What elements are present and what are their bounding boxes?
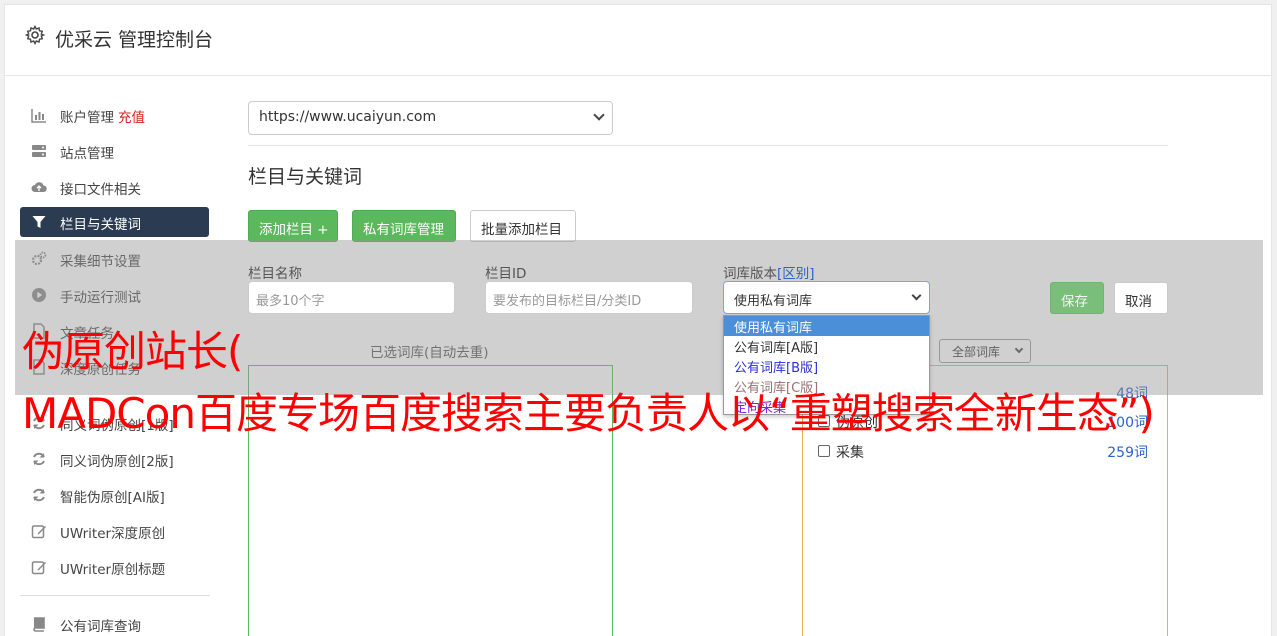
column-name-input[interactable]: 最多10个字 (248, 281, 455, 314)
site-select[interactable]: https://www.ucaiyun.com (248, 101, 613, 135)
cloud-upload-icon (31, 182, 47, 192)
book-icon (33, 617, 45, 632)
refresh-icon (33, 488, 45, 502)
edit-icon (31, 525, 46, 539)
chevron-down-icon (593, 109, 605, 121)
dropdown-option[interactable]: 公有词库[A版] (724, 336, 929, 356)
sidebar-item-label: 智能伪原创[AI版] (60, 490, 165, 506)
watermark-line-2: MADCon百度专场百度搜索主要负责人以“重塑搜索全新生态”) (22, 389, 1155, 438)
sidebar-item-label: 账户管理 (60, 110, 114, 126)
page-title: 优采云 管理控制台 (55, 29, 214, 51)
bar-chart-icon (31, 109, 46, 123)
sidebar-item-uwriter-title[interactable]: UWriter原创标题 (20, 552, 209, 582)
dropdown-option[interactable]: 公有词库[B版] (724, 356, 929, 376)
column-id-label: 栏目ID (485, 266, 527, 282)
chevron-down-icon (911, 290, 922, 301)
sidebar-item-public-lib[interactable]: 公有词库查询 (20, 609, 209, 636)
sidebar-item-uwriter-deep[interactable]: UWriter深度原创 (20, 516, 209, 546)
filter-icon (32, 216, 46, 228)
refresh-icon (33, 452, 45, 466)
edit-icon (31, 561, 46, 575)
lib-version-select[interactable]: 使用私有词库 (723, 281, 930, 314)
dropdown-option[interactable]: 使用私有词库 (724, 316, 929, 336)
sidebar-item-synonym-v2[interactable]: 同义词伪原创[2版] (20, 444, 209, 474)
lib-version-value: 使用私有词库 (734, 294, 813, 309)
difference-link[interactable]: [区别] (777, 266, 815, 282)
column-name-label: 栏目名称 (248, 266, 302, 282)
sidebar-item-columns[interactable]: 栏目与关键词 (20, 207, 209, 237)
section-title: 栏目与关键词 (248, 166, 363, 188)
server-icon (32, 145, 46, 157)
lib-version-label: 词库版本[区别] (723, 262, 815, 282)
sidebar-item-interface[interactable]: 接口文件相关 (20, 172, 209, 202)
lib-checkbox[interactable] (818, 445, 830, 457)
add-column-button[interactable]: 添加栏目 + (248, 210, 338, 242)
private-lib-button[interactable]: 私有词库管理 (352, 210, 456, 242)
recharge-link[interactable]: 充值 (118, 110, 145, 126)
gear-icon (25, 25, 45, 45)
lib-version-text: 词库版本 (723, 266, 777, 282)
sidebar-divider (20, 595, 210, 596)
page-header: 优采云 管理控制台 (5, 5, 1271, 76)
watermark-line-1: 伪原创站长( (22, 327, 243, 376)
sidebar-item-label: 公有词库查询 (60, 619, 141, 635)
lib-row[interactable]: 采集 259词 (816, 442, 1148, 464)
batch-add-button[interactable]: 批量添加栏目 (470, 210, 576, 242)
sidebar-item-label: 接口文件相关 (60, 182, 141, 198)
site-select-value: https://www.ucaiyun.com (259, 109, 437, 125)
sidebar-item-ai-rewrite[interactable]: 智能伪原创[AI版] (20, 480, 209, 510)
sidebar-item-label: 同义词伪原创[2版] (60, 454, 174, 470)
cancel-button[interactable]: 取消 (1114, 282, 1168, 314)
sidebar-item-label: 站点管理 (60, 146, 114, 162)
sidebar-item-label: UWriter原创标题 (60, 562, 166, 578)
save-button[interactable]: 保存 (1050, 282, 1104, 314)
sidebar-item-sites[interactable]: 站点管理 (20, 136, 209, 166)
sidebar-item-label: UWriter深度原创 (60, 526, 166, 542)
divider (248, 145, 1168, 146)
column-id-input[interactable]: 要发布的目标栏目/分类ID (485, 281, 693, 314)
lib-name: 采集 (836, 445, 864, 461)
sidebar-item-label: 栏目与关键词 (60, 217, 141, 233)
lib-count[interactable]: 259词 (1107, 442, 1148, 462)
sidebar-item-account[interactable]: 账户管理 充值 (20, 100, 209, 130)
